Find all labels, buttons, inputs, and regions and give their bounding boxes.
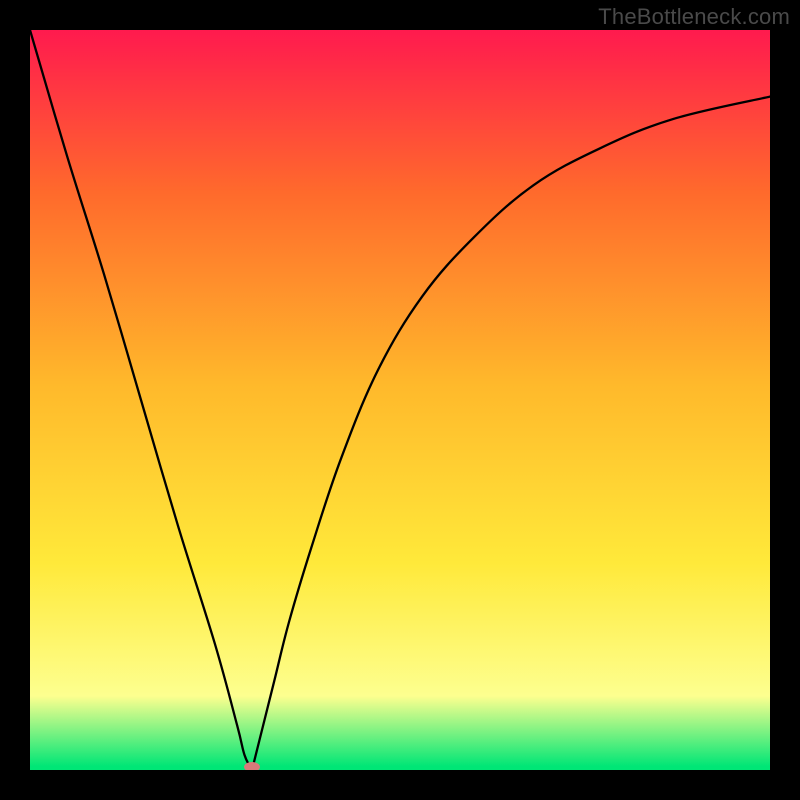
chart-svg — [30, 30, 770, 770]
plot-area — [30, 30, 770, 770]
chart-frame: TheBottleneck.com — [0, 0, 800, 800]
watermark-text: TheBottleneck.com — [598, 4, 790, 30]
